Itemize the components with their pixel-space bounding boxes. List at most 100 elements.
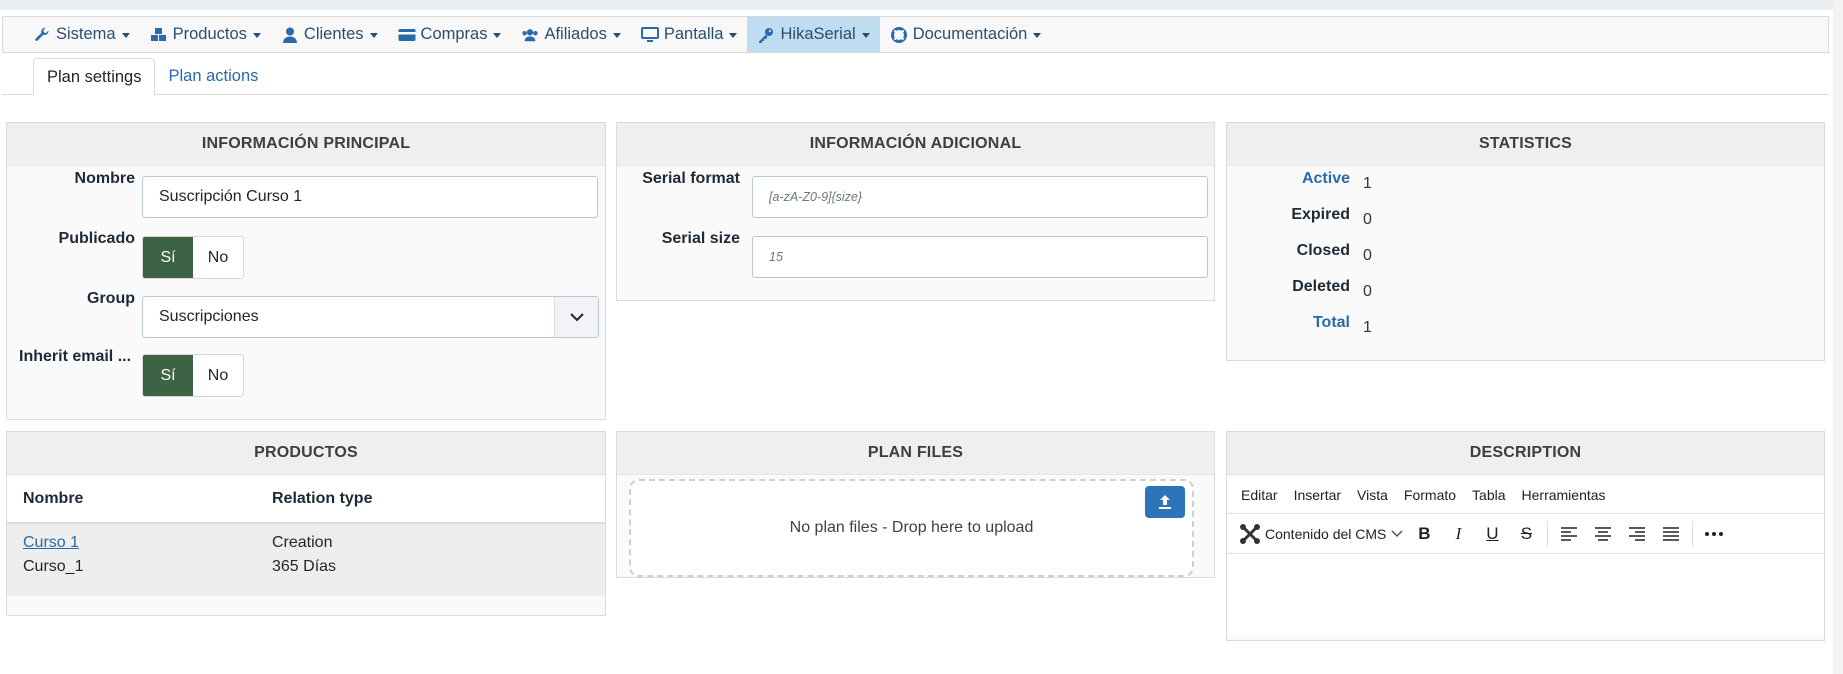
menu-label: Documentación — [912, 25, 1028, 43]
menu-item-afiliados[interactable]: Afiliados — [511, 17, 630, 52]
serial-size-input[interactable]: 15 — [752, 236, 1208, 278]
caret-down-icon — [369, 33, 378, 38]
inherit-no-button[interactable]: No — [193, 355, 243, 396]
panel-title: DESCRIPTION — [1227, 432, 1824, 475]
more-options-button[interactable] — [1697, 518, 1731, 550]
stat-value-total: 1 — [1363, 319, 1372, 336]
user-icon — [281, 26, 299, 44]
plan-files-panel: PLAN FILES No plan files - Drop here to … — [616, 431, 1215, 578]
rich-text-editor: Editar Insertar Vista Formato Tabla Herr… — [1227, 476, 1824, 636]
justify-button[interactable] — [1654, 518, 1688, 550]
file-dropzone[interactable]: No plan files - Drop here to upload — [629, 479, 1194, 577]
stat-value-expired: 0 — [1363, 211, 1372, 228]
align-center-button[interactable] — [1586, 518, 1620, 550]
joomla-icon — [1240, 523, 1260, 544]
name-field[interactable]: Suscripción Curso 1 — [142, 176, 598, 218]
dropzone-text: No plan files - Drop here to upload — [789, 519, 1034, 536]
panel-title: PLAN FILES — [617, 432, 1214, 475]
product-link[interactable]: Curso 1 — [23, 534, 79, 551]
group-select[interactable]: Suscripciones — [142, 296, 599, 338]
caret-down-icon — [861, 33, 870, 38]
top-strip — [0, 0, 1843, 10]
editor-menu-insertar[interactable]: Insertar — [1294, 487, 1341, 503]
published-toggle: Sí No — [142, 236, 244, 279]
panel-title: INFORMACIÓN PRINCIPAL — [7, 123, 605, 166]
menu-item-hikaserial[interactable]: HikaSerial — [747, 17, 880, 52]
main-info-panel: INFORMACIÓN PRINCIPAL Nombre Suscripción… — [6, 122, 606, 420]
stat-value-deleted: 0 — [1363, 283, 1372, 300]
more-icon — [1705, 531, 1724, 536]
upload-icon — [1159, 495, 1171, 509]
editor-menubar: Editar Insertar Vista Formato Tabla Herr… — [1227, 476, 1824, 514]
panel-title: PRODUCTOS — [7, 432, 605, 475]
published-no-button[interactable]: No — [193, 237, 243, 278]
inherit-yes-button[interactable]: Sí — [143, 355, 193, 396]
stat-value-active: 1 — [1363, 175, 1372, 192]
upload-button[interactable] — [1145, 486, 1185, 518]
editor-menu-tabla[interactable]: Tabla — [1472, 487, 1505, 503]
serial-format-input[interactable]: [a-zA-Z0-9]{size} — [752, 176, 1208, 218]
editor-menu-vista[interactable]: Vista — [1357, 487, 1388, 503]
menu-item-pantalla[interactable]: Pantalla — [631, 17, 748, 52]
bold-button[interactable]: B — [1407, 518, 1441, 550]
cms-content-dropdown[interactable]: Contenido del CMS — [1235, 523, 1407, 545]
published-yes-button[interactable]: Sí — [143, 237, 193, 278]
align-right-button[interactable] — [1620, 518, 1654, 550]
wrench-icon — [33, 26, 51, 44]
tab-plan-actions[interactable]: Plan actions — [155, 58, 271, 94]
stat-label-total[interactable]: Total — [1313, 314, 1350, 332]
tab-plan-settings[interactable]: Plan settings — [33, 58, 156, 96]
menu-item-sistema[interactable]: Sistema — [23, 17, 140, 52]
caret-down-icon — [493, 33, 502, 38]
serial-size-label: Serial size — [661, 230, 740, 247]
editor-menu-formato[interactable]: Formato — [1404, 487, 1456, 503]
menu-item-clientes[interactable]: Clientes — [271, 17, 388, 52]
stat-label-active[interactable]: Active — [1302, 170, 1350, 188]
plan-tabs: Plan settings Plan actions — [2, 58, 1829, 96]
menu-label: Afiliados — [544, 25, 607, 43]
caret-down-icon — [252, 33, 261, 38]
format-label: Contenido del CMS — [1265, 525, 1387, 542]
caret-down-icon — [121, 33, 130, 38]
stat-label-deleted: Deleted — [1292, 278, 1350, 295]
column-header-name: Nombre — [23, 490, 84, 507]
menu-label: HikaSerial — [780, 25, 856, 43]
serial-format-label: Serial format — [642, 170, 740, 187]
menu-label: Clientes — [303, 25, 364, 43]
inherit-email-label: Inherit email ... — [19, 348, 132, 365]
caret-down-icon — [612, 33, 621, 38]
editor-content-area[interactable] — [1227, 554, 1824, 634]
underline-button[interactable]: U — [1475, 518, 1509, 550]
desktop-icon — [640, 26, 659, 44]
key-icon — [757, 26, 775, 44]
italic-button[interactable]: I — [1441, 518, 1475, 550]
panel-title: INFORMACIÓN ADICIONAL — [617, 123, 1214, 166]
table-row: Curso 1 Curso_1 Creation 365 Días — [7, 524, 605, 596]
editor-menu-herramientas[interactable]: Herramientas — [1522, 487, 1606, 503]
strikethrough-button[interactable]: S — [1509, 518, 1543, 550]
align-center-icon — [1595, 526, 1612, 541]
menu-item-compras[interactable]: Compras — [388, 17, 512, 52]
chevron-down-icon — [1391, 529, 1403, 537]
toolbar-divider — [1692, 520, 1694, 547]
credit-card-icon — [398, 26, 416, 44]
users-icon — [521, 26, 539, 44]
product-code: Curso_1 — [23, 558, 84, 575]
page-scrollbar[interactable] — [1833, 0, 1843, 674]
menu-label: Pantalla — [663, 25, 724, 43]
main-menu: Sistema Productos Clientes Compras Afili… — [2, 16, 1829, 53]
menu-item-productos[interactable]: Productos — [140, 17, 271, 52]
stat-label-closed: Closed — [1296, 242, 1350, 259]
products-table-header: Nombre Relation type — [7, 476, 605, 524]
relation-duration: 365 Días — [272, 558, 337, 575]
stat-label-expired: Expired — [1291, 206, 1350, 223]
editor-menu-editar[interactable]: Editar — [1241, 487, 1278, 503]
menu-item-documentacion[interactable]: Documentación — [880, 17, 1052, 52]
statistics-panel: STATISTICS Active 1 Expired 0 Closed 0 D… — [1226, 122, 1825, 361]
chevron-down-icon[interactable] — [554, 297, 598, 337]
product-name-cell: Curso 1 — [23, 534, 79, 552]
align-left-button[interactable] — [1552, 518, 1586, 550]
products-panel: PRODUCTOS Nombre Relation type Curso 1 C… — [6, 431, 606, 616]
editor-toolbar: Contenido del CMS B I U S — [1227, 514, 1824, 554]
toolbar-divider — [1547, 520, 1549, 547]
